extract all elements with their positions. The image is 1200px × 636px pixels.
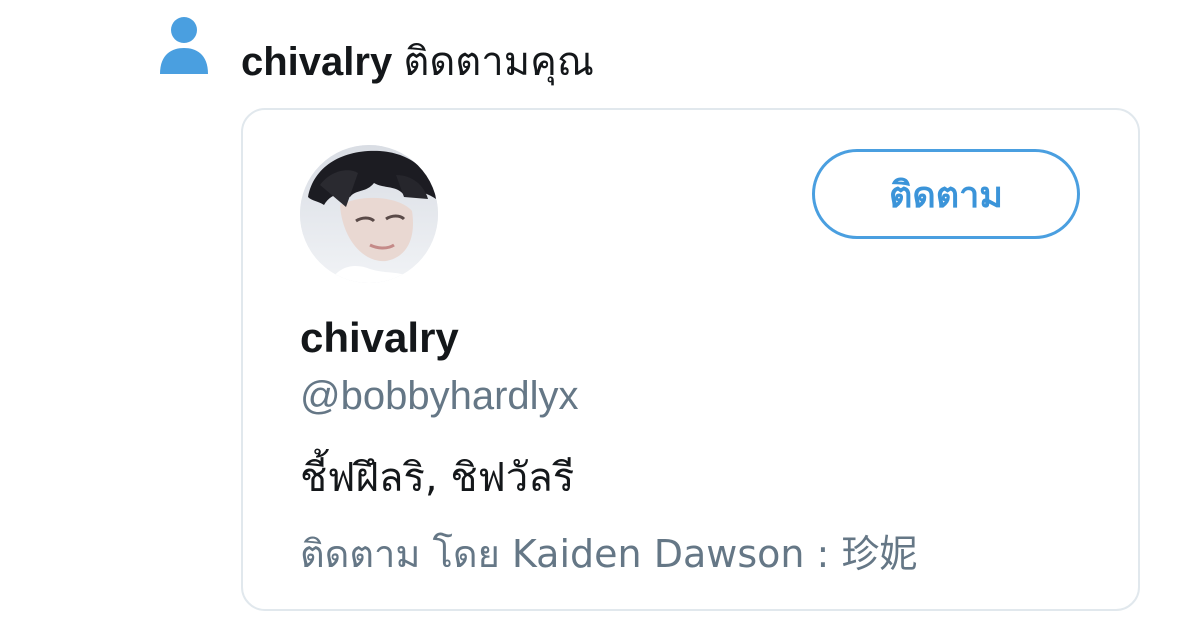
user-handle[interactable]: @bobbyhardlyx: [300, 368, 579, 424]
person-icon: [160, 17, 208, 74]
follow-notification[interactable]: chivalry ติดตามคุณ ติดตาม chivalry @bobb…: [0, 0, 1200, 636]
followed-by-text: ติดตาม โดย Kaiden Dawson : 珍妮: [300, 532, 918, 576]
notification-username[interactable]: chivalry: [241, 40, 392, 84]
display-name[interactable]: chivalry: [300, 310, 459, 366]
profile-card[interactable]: ติดตาม chivalry @bobbyhardlyx ชี้ฟฝึลริ,…: [241, 108, 1140, 611]
notification-action: ติดตามคุณ: [403, 40, 594, 84]
follow-button[interactable]: ติดตาม: [812, 149, 1080, 239]
avatar[interactable]: [300, 145, 438, 283]
profile-bio: ชี้ฟฝึลริ, ชิฟวัลรี: [300, 455, 575, 501]
notification-text: chivalry ติดตามคุณ: [241, 36, 594, 88]
profile-photo: [300, 145, 438, 283]
